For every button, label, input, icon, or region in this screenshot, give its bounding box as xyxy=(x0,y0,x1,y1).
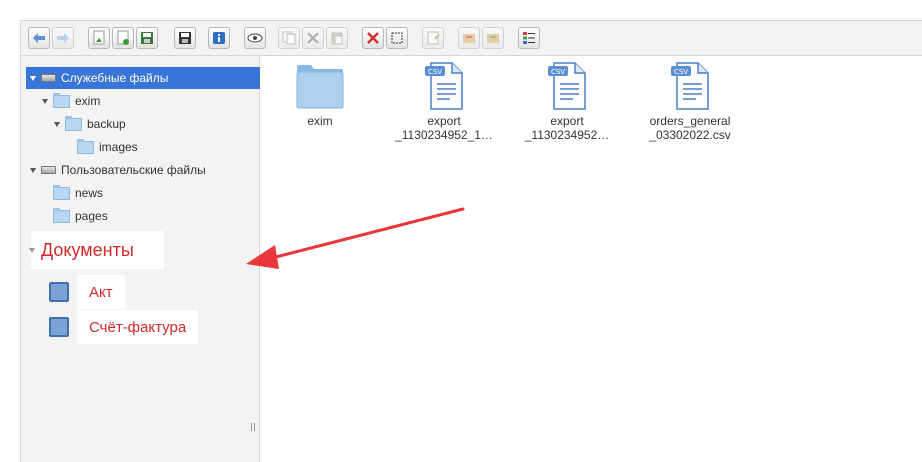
annotation-arrow xyxy=(246,207,465,269)
